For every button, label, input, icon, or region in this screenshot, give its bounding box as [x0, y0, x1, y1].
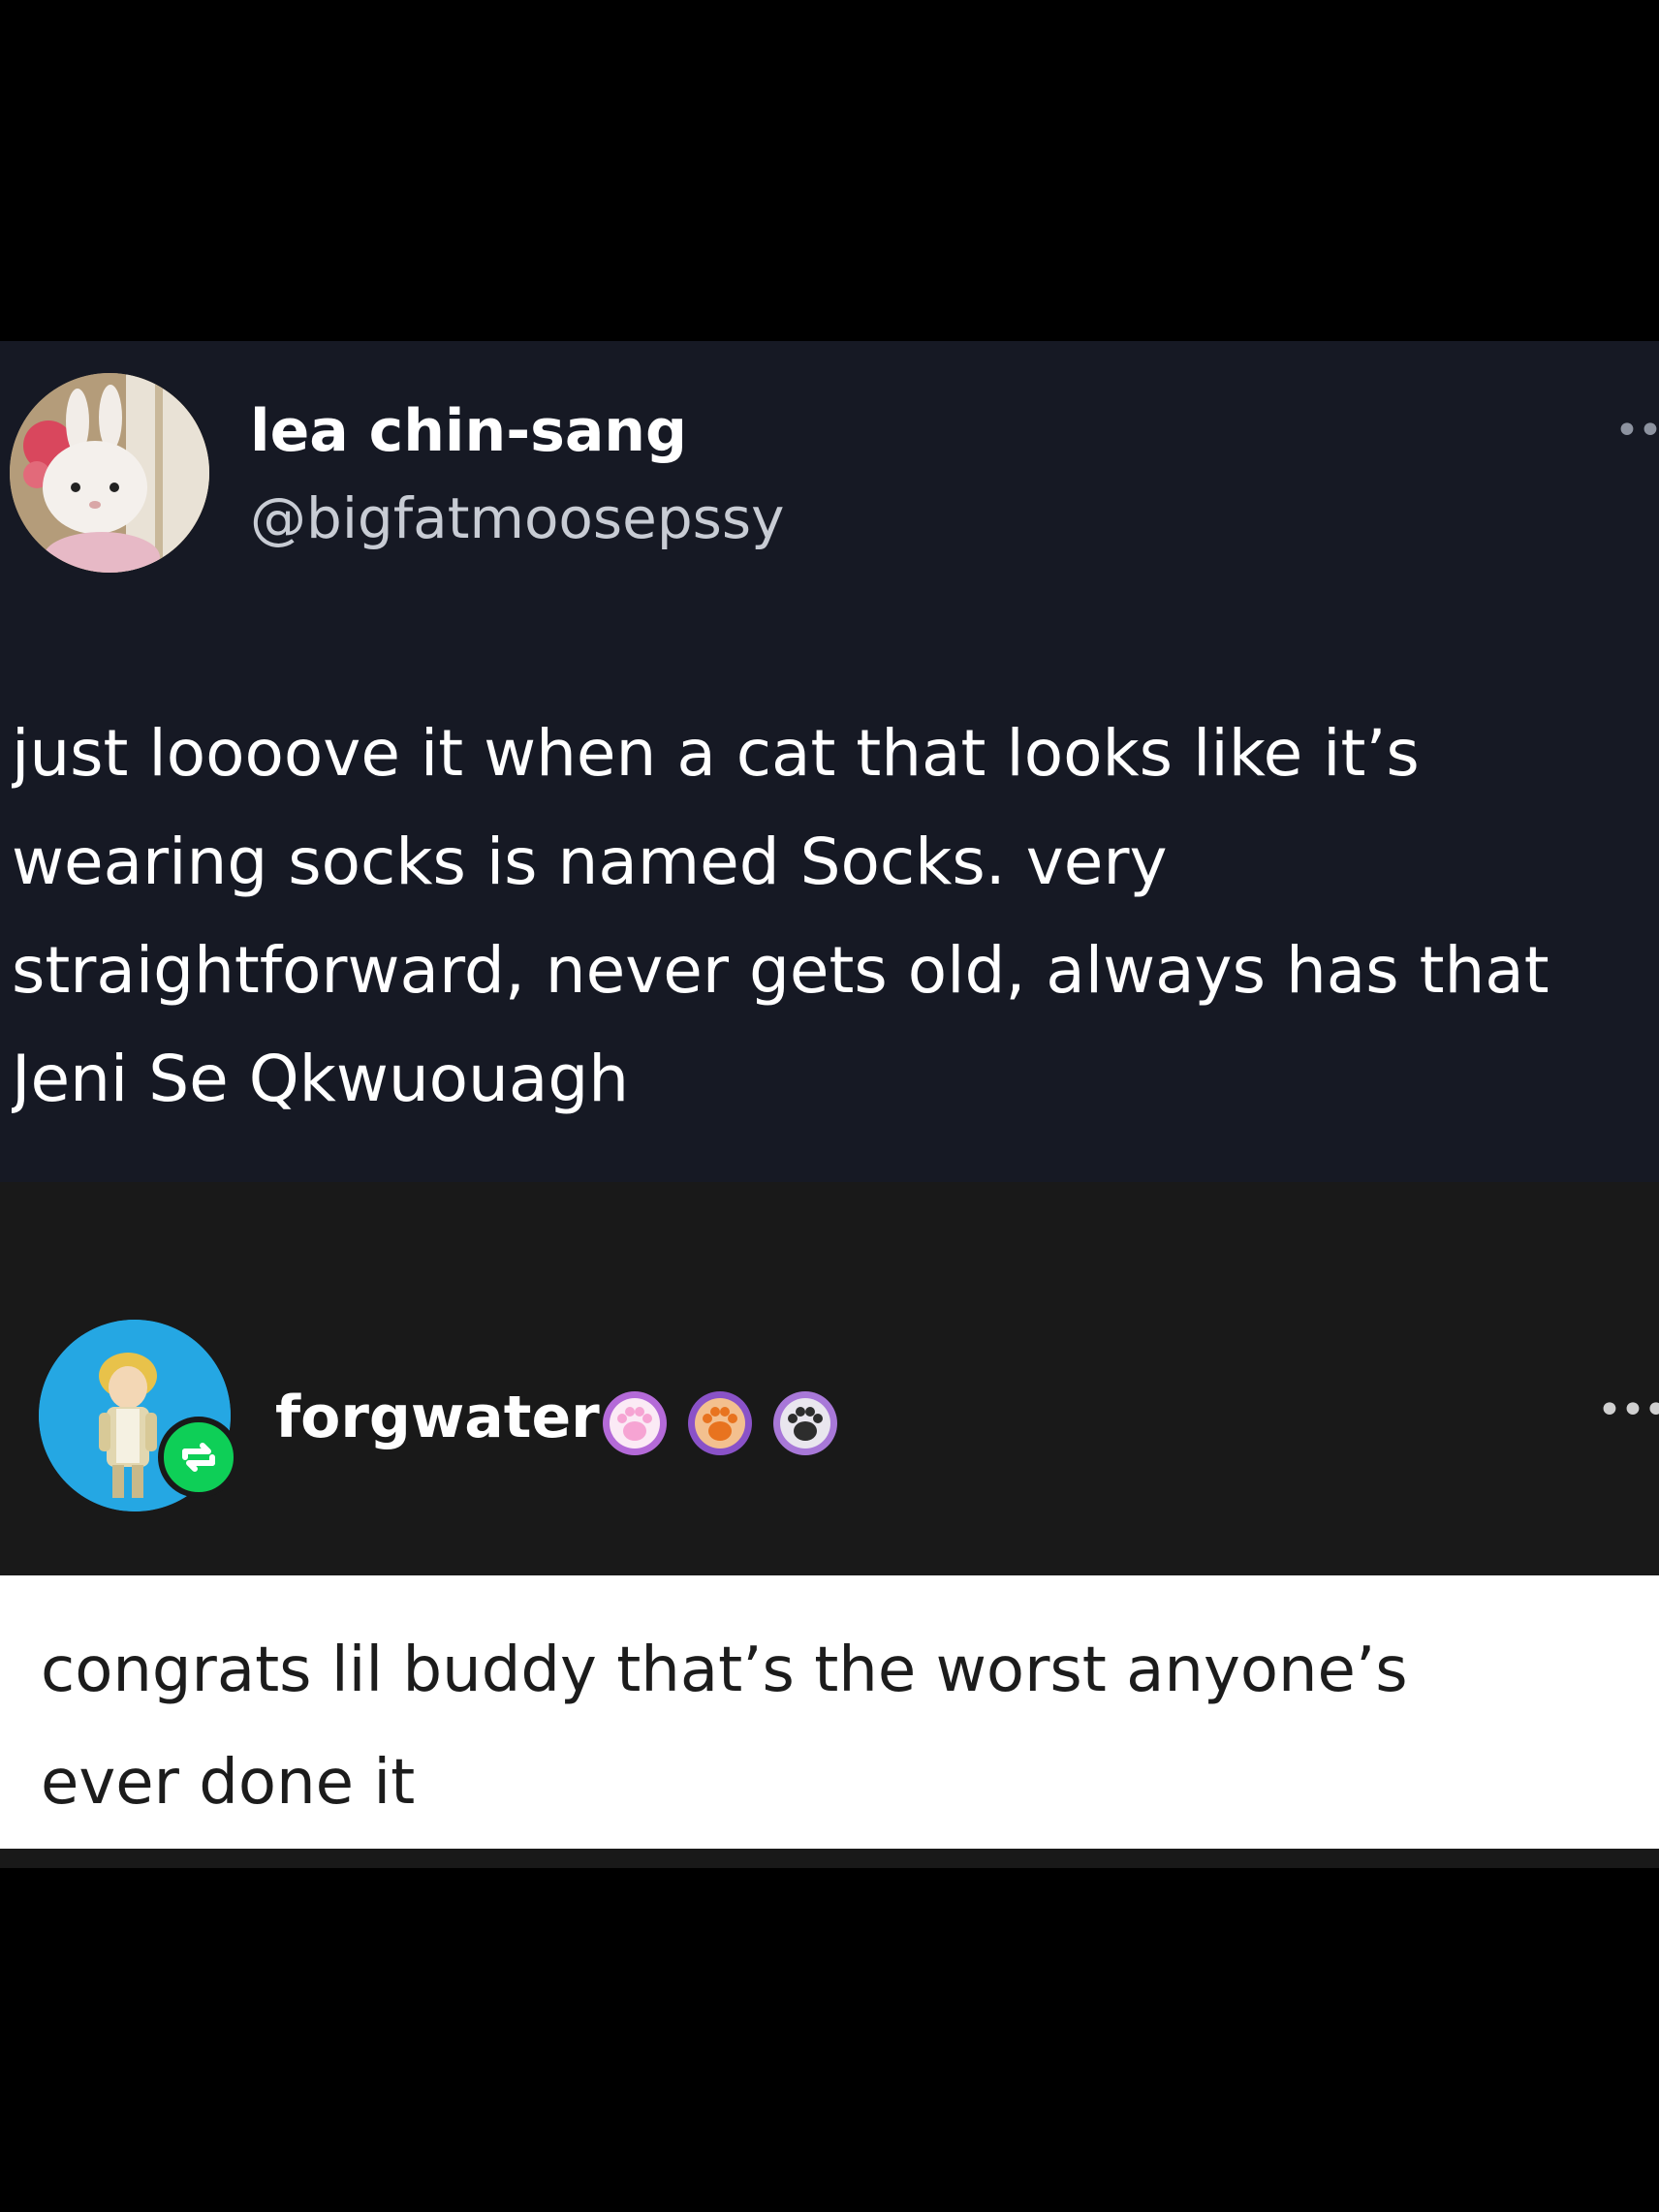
paw-badge-icon[interactable]: [686, 1389, 754, 1457]
tweet-text-line: Jeni Se Qkwuouagh: [12, 1042, 630, 1116]
ellipsis-icon[interactable]: •••: [1597, 1391, 1659, 1430]
tweet-text-line: straightforward, never gets old, always …: [12, 933, 1549, 1008]
ellipsis-icon[interactable]: •••: [1614, 412, 1659, 451]
paw-badge-icon[interactable]: [771, 1389, 839, 1457]
bottom-letterbox: [0, 1868, 1659, 2212]
user-handle[interactable]: @bigfatmoosepssy: [250, 484, 784, 552]
bunny-avatar-icon: [10, 373, 209, 573]
tweet-text-line: just loooove it when a cat that looks li…: [12, 716, 1420, 791]
reply-bottom-strip: [0, 1849, 1659, 1868]
top-letterbox: [0, 0, 1659, 341]
display-name[interactable]: lea chin-sang: [250, 397, 687, 465]
avatar[interactable]: [10, 373, 209, 573]
reply-text-line: ever done it: [41, 1747, 416, 1819]
paw-badge-icon[interactable]: [601, 1389, 669, 1457]
reblog-icon: [158, 1417, 239, 1498]
reply-text: congrats lil buddy that’s the worst anyo…: [41, 1614, 1630, 1839]
reblog-header: [0, 1182, 1659, 1575]
reply-text-line: congrats lil buddy that’s the worst anyo…: [41, 1635, 1408, 1706]
reblog-username[interactable]: forgwater: [275, 1384, 600, 1451]
tweet-text-line: wearing socks is named Socks. very: [12, 825, 1168, 899]
tweet-text: just loooove it when a cat that looks li…: [12, 700, 1659, 1134]
